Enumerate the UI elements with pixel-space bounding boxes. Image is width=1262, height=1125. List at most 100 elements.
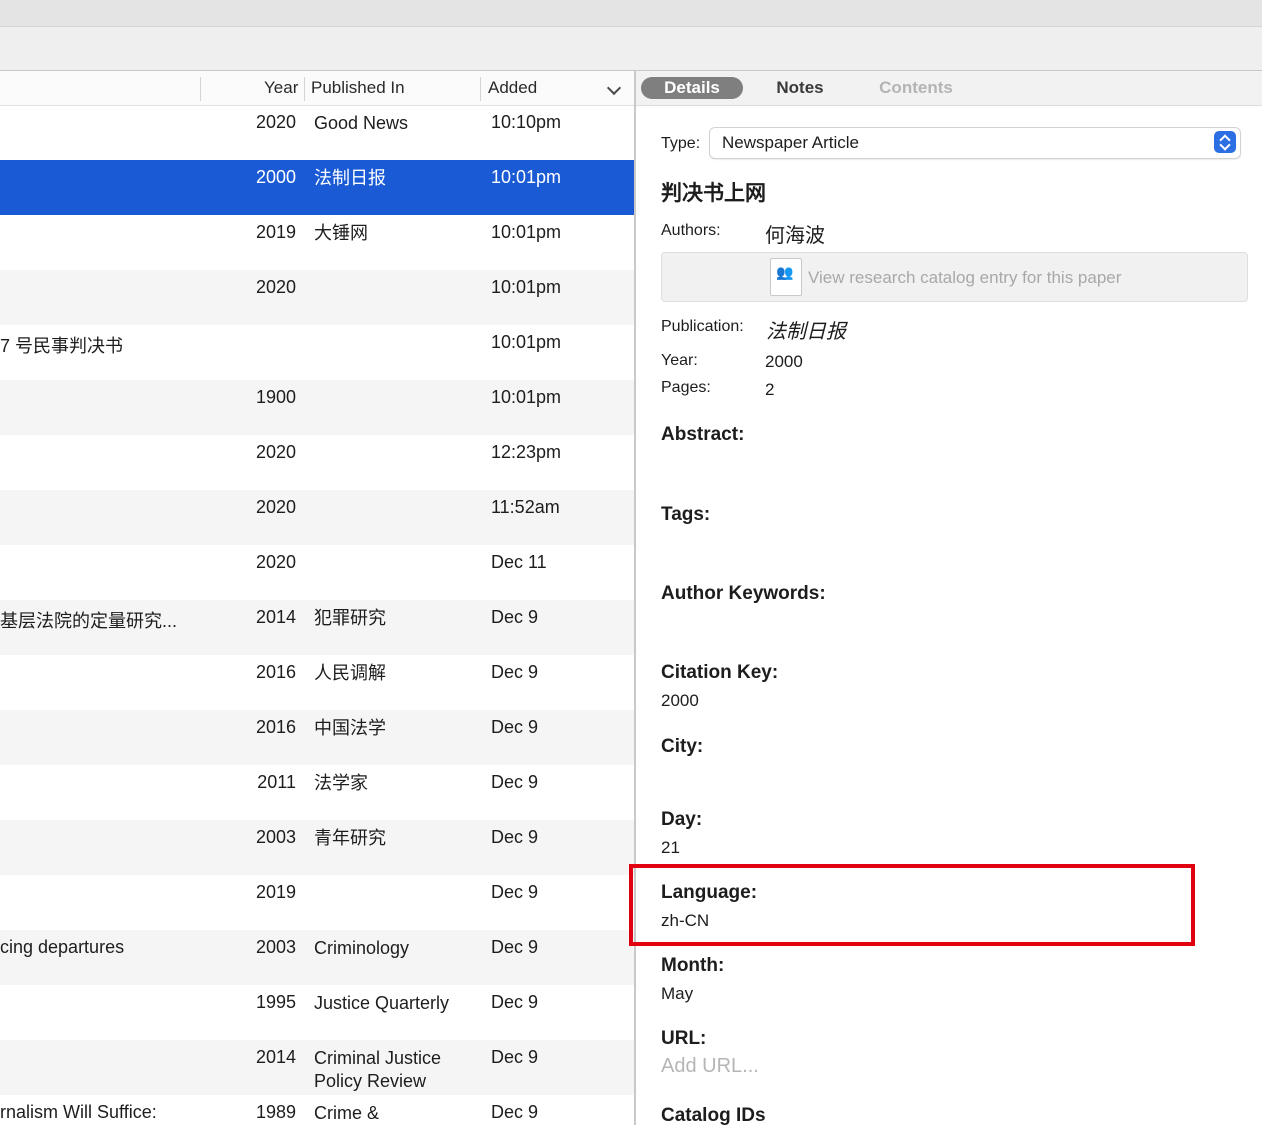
table-row[interactable]: 1900 10:01pm [0,380,634,435]
row-added: 10:01pm [491,222,562,242]
row-published-in: Criminal Justice Policy Review [314,1048,442,1091]
row-added: 11:52am [491,497,560,517]
row-year: 1900 [255,387,296,407]
item-title[interactable]: 判决书上网 [661,177,766,207]
authors-label: Authors: [661,222,721,239]
row-year: 2019 [255,882,296,902]
day-value[interactable]: 21 [661,838,680,858]
row-year: 2020 [255,497,296,517]
detail-tabbar: Details Notes Contents [636,71,1262,106]
sort-chevron-down-icon[interactable] [606,80,622,96]
row-year: 2011 [257,772,296,792]
citation-key-label: Citation Key: [661,662,779,683]
city-label: City: [661,736,704,757]
url-label: URL: [661,1028,707,1049]
row-added: Dec 9 [491,1102,539,1122]
publication-label: Publication: [661,318,744,335]
column-header-published-in[interactable]: Published In [311,78,405,98]
row-title: 基层法院的定量研究... [0,611,178,631]
column-divider[interactable] [200,77,201,101]
table-row[interactable]: 2020 12:23pm [0,435,634,490]
row-title: 7 号民事判决书 [0,336,124,356]
type-label: Type: [661,135,701,152]
year-label: Year: [661,352,698,369]
select-stepper-icon [1214,131,1236,153]
column-header-added[interactable]: Added [488,78,537,98]
column-header-year[interactable]: Year [264,78,298,98]
row-added: Dec 9 [491,1047,539,1067]
view-catalog-entry-button[interactable]: 👥 View research catalog entry for this p… [661,252,1248,302]
abstract-label: Abstract: [661,424,745,445]
table-row[interactable]: cing departures 2003 Criminology Dec 9 [0,930,634,985]
row-added: Dec 11 [491,552,547,572]
pages-value[interactable]: 2 [765,380,774,400]
tags-label: Tags: [661,504,711,525]
tab-notes[interactable]: Notes [761,77,839,99]
view-catalog-entry-label: View research catalog entry for this pap… [808,268,1122,287]
row-year: 2020 [255,112,296,132]
column-header-bar: Year Published In Added [0,71,634,106]
column-divider[interactable] [480,77,481,101]
table-row[interactable]: 2016 人民调解 Dec 9 [0,655,634,710]
row-added: Dec 9 [491,827,539,847]
table-row[interactable]: 2000 法制日报 10:01pm [0,160,634,215]
detail-panel: Details Notes Contents Type: Newspaper A… [636,71,1262,1125]
table-row[interactable]: 基层法院的定量研究... 2014 犯罪研究 Dec 9 [0,600,634,655]
month-value[interactable]: May [661,984,693,1004]
year-value[interactable]: 2000 [765,352,803,372]
column-divider[interactable] [304,77,305,101]
pages-label: Pages: [661,379,711,396]
language-highlight-box [629,864,1195,946]
row-added: 10:10pm [491,112,562,132]
table-row[interactable]: 2003 青年研究 Dec 9 [0,820,634,875]
document-people-icon: 👥 [770,258,802,296]
row-published-in: 中国法学 [314,718,386,738]
row-published-in: 法学家 [314,773,368,793]
row-published-in: Criminology [314,938,410,958]
row-year: 1989 [255,1102,296,1122]
month-label: Month: [661,955,725,976]
table-row[interactable]: 2014 Criminal Justice Policy Review Dec 9 [0,1040,634,1095]
row-added: Dec 9 [491,992,539,1012]
table-row[interactable]: 2020 11:52am [0,490,634,545]
row-year: 2020 [255,442,296,462]
table-row[interactable]: 7 号民事判决书 10:01pm [0,325,634,380]
row-published-in: Good News [314,113,409,133]
window-toolbar [0,27,1262,71]
tab-contents[interactable]: Contents [868,77,964,99]
row-added: 10:01pm [491,387,562,407]
row-published-in: 法制日报 [314,168,386,188]
table-row[interactable]: 1995 Justice Quarterly Dec 9 [0,985,634,1040]
row-year: 2016 [255,662,296,682]
document-list: Year Published In Added 2020 Good News 10:… [0,71,634,1125]
author-keywords-label: Author Keywords: [661,583,826,604]
table-row[interactable]: 2020 Dec 11 [0,545,634,600]
table-row[interactable]: 2019 Dec 9 [0,875,634,930]
row-published-in: 青年研究 [314,828,386,848]
row-added: 10:01pm [491,277,562,297]
row-published-in: 犯罪研究 [314,608,386,628]
type-select-value: Newspaper Article [722,133,860,152]
catalog-ids-label: Catalog IDs [661,1105,766,1125]
row-added: Dec 9 [491,882,539,902]
table-row[interactable]: 2019 大锤网 10:01pm [0,215,634,270]
authors-value[interactable]: 何海波 [765,219,825,248]
table-row[interactable]: 2011 法学家 Dec 9 [0,765,634,820]
row-year: 2000 [255,167,296,187]
row-year: 2014 [255,607,296,627]
row-year: 2020 [255,277,296,297]
url-input[interactable]: Add URL... [661,1055,759,1078]
type-select[interactable]: Newspaper Article [709,127,1241,159]
row-published-in: 人民调解 [314,663,386,683]
table-row[interactable]: 2016 中国法学 Dec 9 [0,710,634,765]
citation-key-value[interactable]: 2000 [661,691,699,711]
table-row[interactable]: 2020 Good News 10:10pm [0,105,634,160]
publication-value[interactable]: 法制日报 [766,315,846,344]
table-row[interactable]: 2020 10:01pm [0,270,634,325]
row-year: 2003 [255,827,296,847]
row-added: Dec 9 [491,607,539,627]
row-published-in: Crime & [314,1103,380,1123]
tab-details[interactable]: Details [641,77,743,99]
table-row[interactable]: rnalism Will Suffice: 1989 Crime & Dec 9 [0,1095,634,1125]
day-label: Day: [661,809,703,830]
